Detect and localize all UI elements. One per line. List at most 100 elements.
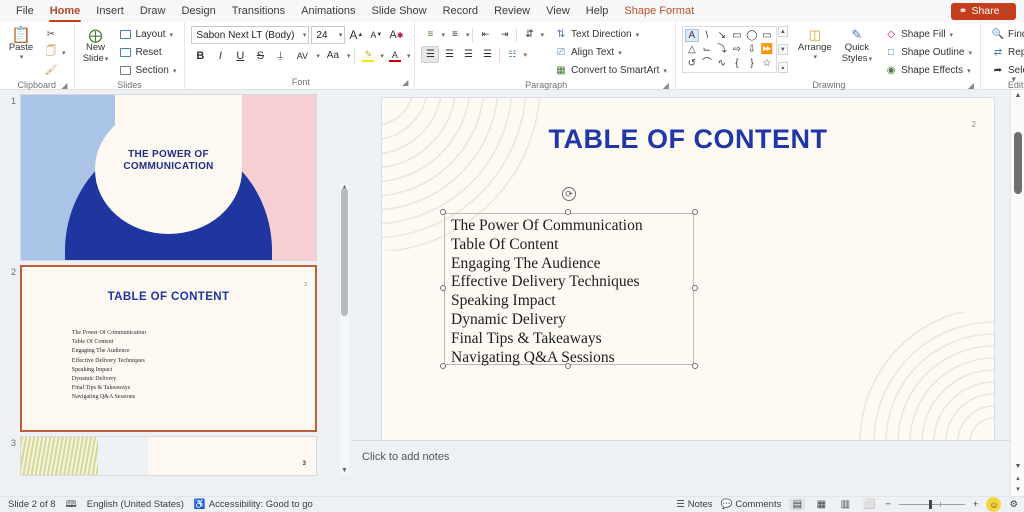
shape-oval[interactable]: ◯: [745, 29, 759, 42]
bullets-button[interactable]: ≡: [421, 26, 439, 43]
scroll-down-icon[interactable]: ▼: [340, 467, 349, 474]
notes-page-icon[interactable]: 🕮: [66, 497, 77, 512]
shape-fill-button[interactable]: ◇ Shape Fill ▾: [880, 26, 976, 43]
shape-rounded-rectangle[interactable]: ▭: [760, 29, 774, 42]
shape-arrow[interactable]: ↘: [715, 29, 729, 42]
shape-flowchart[interactable]: ⏩: [760, 43, 774, 56]
text-highlight-color-button[interactable]: ✎: [359, 47, 377, 64]
tab-transitions[interactable]: Transitions: [224, 2, 293, 21]
view-slide-sorter-button[interactable]: ▦: [813, 498, 829, 511]
align-center-button[interactable]: ☰: [440, 46, 458, 63]
shape-freeform[interactable]: ↺: [685, 57, 699, 70]
shape-rectangle[interactable]: ▭: [730, 29, 744, 42]
font-size-input[interactable]: 24 ▾: [311, 26, 345, 44]
chevron-down-icon[interactable]: ▾: [316, 52, 320, 60]
shape-right-arrow[interactable]: ⇨: [730, 43, 744, 56]
change-case-button[interactable]: Aa: [322, 47, 344, 64]
shape-textbox[interactable]: A: [685, 29, 699, 42]
resize-handle-top-right[interactable]: [692, 209, 698, 215]
thumbnail-scrollbar[interactable]: ▲ ▼: [340, 184, 349, 474]
chevron-down-icon[interactable]: ▾: [347, 52, 351, 60]
text-box-content[interactable]: The Power Of Communication Table Of Cont…: [451, 217, 692, 367]
paste-button[interactable]: 📋 Paste ▾: [4, 26, 38, 63]
slide-thumbnail-1[interactable]: THE POWER OF COMMUNICATION: [20, 94, 317, 261]
align-left-button[interactable]: ☰: [421, 46, 439, 63]
shape-elbow-connector[interactable]: ⌙: [700, 43, 714, 56]
rotate-handle[interactable]: ⟳: [562, 187, 576, 201]
layout-button[interactable]: Layout ▾: [115, 26, 181, 43]
shape-elbow-arrow[interactable]: ⤵: [715, 43, 729, 56]
notes-pane[interactable]: Click to add notes: [352, 440, 1010, 496]
chevron-down-icon[interactable]: ▾: [466, 31, 470, 39]
slide-thumbnail-pane[interactable]: 1 THE POWER OF COMMUNICATION 2 TABLE OF …: [0, 90, 352, 496]
slide-vertical-scrollbar[interactable]: ▲ ▼ ▴ ▾: [1010, 90, 1024, 496]
resize-handle-bottom-right[interactable]: [692, 363, 698, 369]
tab-review[interactable]: Review: [486, 2, 538, 21]
notes-button[interactable]: ☰ Notes: [676, 499, 712, 510]
copy-button[interactable]: 🗍 ▾: [40, 44, 70, 61]
resize-handle-top-left[interactable]: [440, 209, 446, 215]
increase-indent-button[interactable]: ⇥: [495, 26, 513, 43]
text-direction-button[interactable]: ⇅ Text Direction ▾: [550, 26, 671, 43]
shape-curve[interactable]: ∿: [715, 57, 729, 70]
share-button[interactable]: ⚭ Share ▾: [951, 3, 1016, 20]
accessibility-indicator[interactable]: ♿ Accessibility: Good to go: [194, 499, 313, 510]
slide-thumbnail-3[interactable]: 3: [20, 436, 317, 476]
bold-button[interactable]: B: [191, 47, 209, 64]
tab-draw[interactable]: Draw: [132, 2, 174, 21]
shape-arc[interactable]: ⌒: [700, 57, 714, 70]
columns-button[interactable]: ☷: [503, 46, 521, 63]
shapes-scroll-down-icon[interactable]: ▼: [778, 44, 788, 55]
slide-canvas[interactable]: TABLE OF CONTENT 2 ⟳ The Power Of Commun…: [382, 98, 994, 442]
resize-handle-middle-left[interactable]: [440, 285, 446, 291]
section-button[interactable]: Section ▾: [115, 62, 181, 79]
shape-effects-button[interactable]: ◉ Shape Effects ▾: [880, 62, 976, 79]
tab-insert[interactable]: Insert: [88, 2, 132, 21]
reset-button[interactable]: Reset: [115, 44, 181, 61]
thumbnail-scrollbar-thumb[interactable]: [341, 188, 348, 316]
zoom-slider-knob[interactable]: [929, 500, 932, 509]
resize-handle-bottom-center[interactable]: [565, 363, 571, 369]
shape-down-arrow[interactable]: ⇩: [745, 43, 759, 56]
italic-button[interactable]: I: [211, 47, 229, 64]
shapes-scroll-up-icon[interactable]: ▲: [778, 26, 788, 37]
decrease-font-size-button[interactable]: A▼: [367, 27, 385, 44]
increase-font-size-button[interactable]: A▲: [347, 27, 365, 44]
tab-record[interactable]: Record: [435, 2, 486, 21]
slide-title[interactable]: TABLE OF CONTENT: [382, 124, 994, 155]
shape-line[interactable]: \: [700, 29, 714, 42]
cut-button[interactable]: ✂: [40, 26, 70, 43]
tab-view[interactable]: View: [538, 2, 578, 21]
arrange-button[interactable]: ◫ Arrange ▾: [794, 26, 836, 63]
zoom-in-button[interactable]: +: [973, 499, 979, 510]
find-button[interactable]: 🔍 Find: [987, 26, 1024, 43]
tab-design[interactable]: Design: [173, 2, 223, 21]
font-dialog-launcher[interactable]: ◢: [402, 76, 408, 89]
font-color-button[interactable]: A: [386, 47, 404, 64]
view-normal-button[interactable]: ▤: [789, 498, 805, 511]
view-slide-show-button[interactable]: ⬜: [861, 498, 877, 511]
selected-text-box[interactable]: ⟳ The Power Of Communication Table Of Co…: [444, 213, 694, 365]
convert-to-smartart-button[interactable]: ▦ Convert to SmartArt ▾: [550, 62, 671, 79]
fit-slide-to-window-icon[interactable]: ⚙: [1009, 499, 1018, 510]
align-text-button[interactable]: ⎚ Align Text ▾: [550, 44, 671, 61]
select-button[interactable]: ➦ Select ▾: [987, 62, 1024, 79]
quick-styles-button[interactable]: ✎ Quick Styles▾: [838, 26, 876, 67]
slide-thumbnail-2[interactable]: TABLE OF CONTENT 2 The Power Of Communic…: [20, 265, 317, 432]
character-spacing-button[interactable]: AV: [291, 47, 313, 64]
tab-help[interactable]: Help: [578, 2, 617, 21]
line-spacing-button[interactable]: ⇵: [520, 26, 538, 43]
zoom-slider[interactable]: [899, 500, 965, 510]
tab-home[interactable]: Home: [42, 2, 89, 21]
justify-button[interactable]: ☰: [478, 46, 496, 63]
shape-triangle[interactable]: △: [685, 43, 699, 56]
chevron-down-icon[interactable]: ▾: [407, 52, 411, 60]
resize-handle-middle-right[interactable]: [692, 285, 698, 291]
view-reading-button[interactable]: ▥: [837, 498, 853, 511]
scroll-up-icon[interactable]: ▲: [1011, 92, 1024, 99]
tab-file[interactable]: File: [8, 2, 42, 21]
new-slide-button[interactable]: ⨁ New Slide▾: [79, 26, 113, 67]
zoom-out-button[interactable]: −: [885, 499, 891, 510]
vertical-scrollbar-thumb[interactable]: [1014, 132, 1022, 194]
shape-right-brace[interactable]: }: [745, 57, 759, 70]
